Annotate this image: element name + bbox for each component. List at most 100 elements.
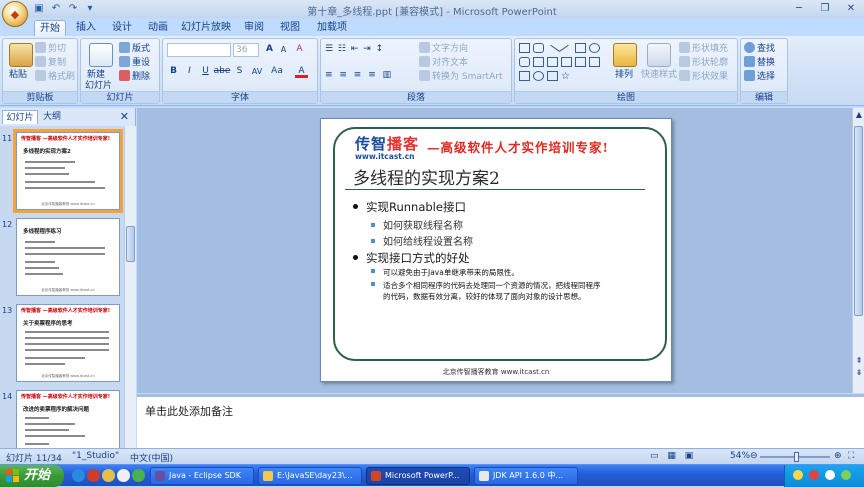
shape-brace-icon[interactable]	[547, 71, 558, 81]
smartart-button[interactable]: 转换为 SmartArt	[419, 70, 502, 83]
zoom-out-icon[interactable]: ⊖	[750, 451, 758, 461]
slide-editor-scrollbar[interactable]: ▲ ⇞ ⇟	[852, 108, 864, 393]
quick-styles-button[interactable]: 快速样式	[641, 69, 677, 81]
close-button[interactable]: ✕	[838, 0, 864, 17]
delete-slide-button[interactable]: 删除	[119, 70, 150, 83]
slide-thumbnail-13[interactable]: 传智播客 —高级软件人才实作培训专家! 关于卖票程序的思考 北京传智播客教育 w…	[16, 304, 120, 382]
start-button[interactable]: 开始	[0, 465, 64, 487]
tab-design[interactable]: 设计	[108, 20, 136, 36]
tab-slideshow[interactable]: 幻灯片放映	[180, 20, 232, 36]
bullet-l1[interactable]: 实现接口方式的好处	[353, 250, 470, 266]
task-powerpoint[interactable]: Microsoft PowerP...	[366, 467, 470, 485]
tab-review[interactable]: 审阅	[240, 20, 268, 36]
shape-rectangle-icon[interactable]	[575, 43, 586, 53]
language-indicator[interactable]: 中文(中国)	[130, 451, 173, 464]
bullet-l3-continued[interactable]: 的代码，数据有效分离，较好的体现了面向对象的设计思想。	[383, 291, 586, 302]
bullets-buttons[interactable]: ☰ ☷ ⇤ ⇥ ↕	[325, 43, 384, 55]
italic-button[interactable]: I	[183, 65, 196, 78]
tray-icon-2[interactable]	[809, 470, 819, 480]
slide-editor-scroll-thumb[interactable]	[854, 126, 863, 316]
shape-arrow2-icon[interactable]	[575, 57, 586, 67]
quicklaunch-icon-5[interactable]	[132, 469, 145, 482]
tab-home[interactable]: 开始	[34, 20, 66, 36]
notes-placeholder[interactable]: 单击此处添加备注	[145, 403, 233, 419]
shape-star-icon[interactable]: ☆	[561, 71, 572, 82]
text-direction-button[interactable]: 文字方向	[419, 42, 468, 55]
slide-canvas[interactable]: 传智播客 www.itcast.cn —高级软件人才实作培训专家! 多线程的实现…	[320, 118, 672, 382]
clear-format-button[interactable]: A	[293, 43, 306, 56]
task-jdk-api[interactable]: JDK API 1.6.0 中...	[474, 467, 578, 485]
tab-animations[interactable]: 动画	[144, 20, 172, 36]
shape-arrow-icon[interactable]	[561, 57, 572, 67]
tab-slides-pane[interactable]: 幻灯片	[2, 110, 38, 124]
layout-button[interactable]: 版式	[119, 42, 150, 55]
zoom-in-icon[interactable]: ⊕	[834, 451, 842, 461]
bullet-l1[interactable]: 实现Runnable接口	[353, 199, 466, 215]
slide-thumbnail-11[interactable]: 传智播客 —高级软件人才实作培训专家! 多线程的实现方案2 北京传智播客教育 w…	[13, 129, 123, 213]
slide-title[interactable]: 多线程的实现方案2	[353, 164, 500, 189]
tab-addins[interactable]: 加载项	[312, 20, 352, 36]
font-size-box[interactable]: 36	[233, 43, 259, 57]
shape-rect-icon[interactable]	[519, 43, 530, 53]
shape-pentagon-icon[interactable]	[519, 71, 530, 81]
bold-button[interactable]: B	[167, 65, 180, 78]
shape-outline-button[interactable]: 形状轮廓	[679, 56, 728, 69]
align-buttons[interactable]: ≡ ≡ ≡ ≡ ▥	[325, 69, 393, 81]
view-buttons[interactable]: ▭ ▦ ▣	[650, 451, 696, 461]
shape-elbow-icon[interactable]	[547, 57, 558, 67]
paste-button[interactable]: 粘贴	[9, 69, 27, 81]
office-button[interactable]: ◆	[2, 1, 28, 27]
fit-slide-icon[interactable]: ⛶	[848, 451, 854, 461]
shape-fill-button[interactable]: 形状填充	[679, 42, 728, 55]
tray-icon-4[interactable]	[841, 470, 851, 480]
slides-pane-scrollbar[interactable]	[124, 126, 136, 448]
strikethrough-button[interactable]: abe	[213, 65, 231, 78]
tray-icon-3[interactable]	[825, 470, 835, 480]
shape-curve-icon[interactable]	[533, 71, 544, 81]
shape-rounded-icon[interactable]	[519, 57, 530, 67]
slides-pane-scroll-thumb[interactable]	[126, 226, 135, 262]
shadow-button[interactable]: S	[233, 65, 246, 78]
new-slide-icon[interactable]	[89, 43, 113, 67]
zoom-level[interactable]: 54%	[730, 451, 750, 461]
tab-view[interactable]: 视图	[276, 20, 304, 36]
minimize-button[interactable]: ─	[786, 0, 812, 17]
align-text-button[interactable]: 对齐文本	[419, 56, 468, 69]
shape-textbox-icon[interactable]	[533, 43, 544, 53]
shape-arrow3-icon[interactable]	[589, 57, 600, 67]
notes-pane[interactable]: 单击此处添加备注	[137, 394, 864, 448]
scroll-up-icon[interactable]: ▲	[854, 110, 864, 120]
pane-close-icon[interactable]: ✕	[120, 110, 129, 123]
ie-icon[interactable]	[72, 469, 85, 482]
slide-thumbnail-14[interactable]: 传智播客 —高级软件人才实作培训专家! 改进的卖票程序的解决问题	[16, 390, 120, 448]
grow-font-button[interactable]: A	[263, 43, 276, 56]
char-spacing-button[interactable]: AV	[249, 65, 265, 78]
tray-icon-1[interactable]	[793, 470, 803, 480]
bullet-l2[interactable]: 如何获取线程名称	[371, 217, 463, 232]
arrange-button[interactable]: 排列	[615, 69, 633, 81]
slide-thumbnail-12[interactable]: 多线程程序练习 北京传智播客教育 www.itcast.cn	[16, 218, 120, 296]
task-explorer[interactable]: E:\JavaSE\day23\...	[258, 467, 362, 485]
bullet-l3[interactable]: 适合多个相同程序的代码去处理同一个资源的情况，把线程同程序	[371, 280, 601, 291]
copy-button[interactable]: 复制	[35, 56, 66, 69]
paste-icon[interactable]	[9, 43, 33, 67]
shape-effects-button[interactable]: 形状效果	[679, 70, 728, 83]
next-slide-icon[interactable]: ⇟	[854, 368, 864, 378]
shrink-font-button[interactable]: A	[277, 43, 290, 56]
font-name-box[interactable]	[167, 43, 231, 57]
prev-slide-icon[interactable]: ⇞	[854, 356, 864, 366]
find-button[interactable]: 查找	[744, 42, 775, 55]
format-painter-button[interactable]: 格式刷	[35, 70, 75, 83]
bullet-l3[interactable]: 可以避免由于Java单继承带来的局限性。	[371, 267, 519, 278]
quicklaunch-icon-2[interactable]	[87, 469, 100, 482]
quicklaunch-icon-4[interactable]	[117, 469, 130, 482]
shape-oval-icon[interactable]	[589, 43, 600, 53]
task-eclipse[interactable]: Java - Eclipse SDK	[150, 467, 254, 485]
zoom-slider-knob[interactable]	[794, 452, 799, 462]
restore-button[interactable]: ❐	[812, 0, 838, 17]
tab-insert[interactable]: 插入	[72, 20, 100, 36]
arrange-icon[interactable]	[613, 43, 637, 67]
font-color-button[interactable]: A	[295, 65, 308, 78]
tab-outline-pane[interactable]: 大纲	[40, 110, 64, 124]
quicklaunch-icon-3[interactable]	[102, 469, 115, 482]
